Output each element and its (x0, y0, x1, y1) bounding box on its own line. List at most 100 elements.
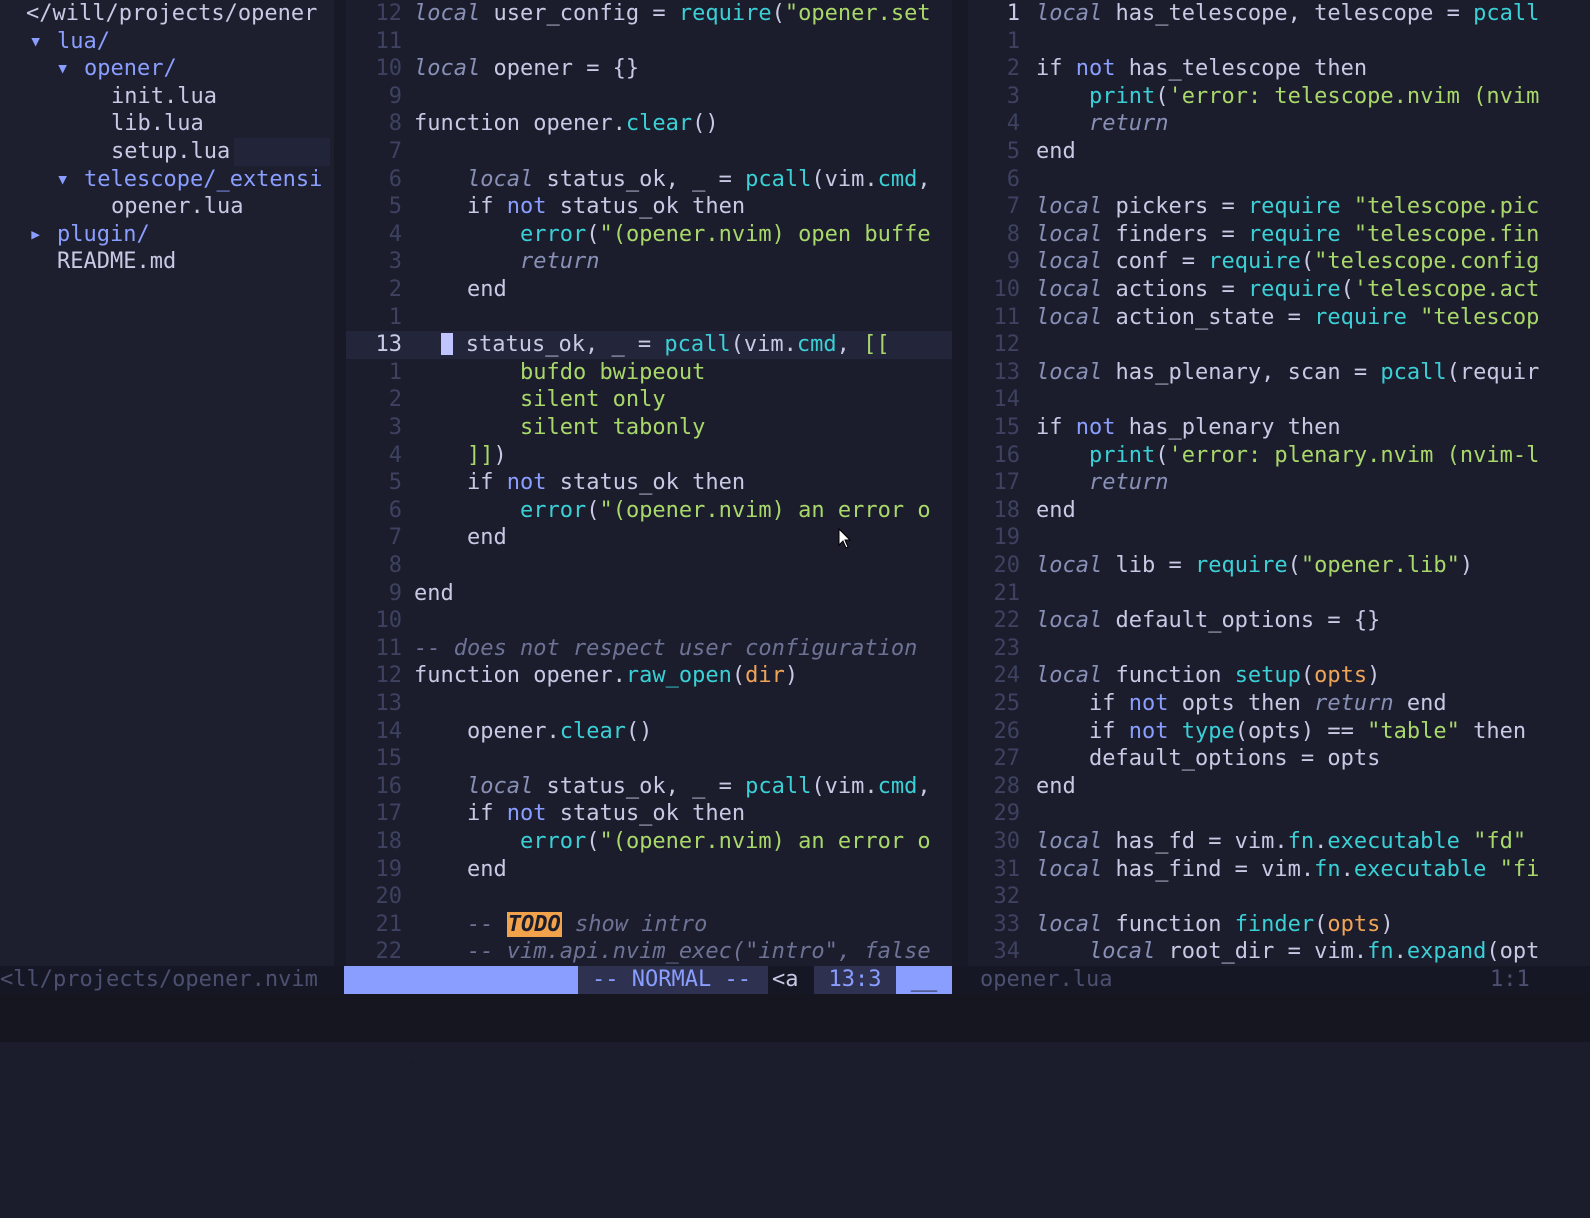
code-line[interactable]: 17 return (968, 469, 1590, 497)
code-text: -- TODO show intro (466, 911, 708, 937)
code-line[interactable]: 1 (346, 304, 952, 332)
code-line[interactable]: 18 end (968, 497, 1590, 525)
code-line[interactable]: 21 -- TODO show intro (346, 911, 952, 939)
code-line[interactable]: 9 end (346, 580, 952, 608)
line-number: 22 (375, 939, 403, 965)
code-line[interactable]: 11 -- does not respect user configuration (346, 635, 952, 663)
split-separator[interactable] (334, 0, 346, 966)
line-number: 24 (993, 663, 1021, 689)
code-line[interactable]: 30 local has_fd = vim.fn.executable "fd" (968, 828, 1590, 856)
code-line[interactable]: 29 (968, 800, 1590, 828)
code-line[interactable]: 19 end (346, 856, 952, 884)
code-line[interactable]: 2 silent only (346, 386, 952, 414)
tree-folder[interactable]: ▾ telescope/_extensi (0, 166, 334, 194)
code-line[interactable]: 32 (968, 883, 1590, 911)
code-line[interactable]: 31 local has_find = vim.fn.executable "fi (968, 856, 1590, 884)
code-line[interactable]: 7 (346, 138, 952, 166)
code-line[interactable]: 13 status_ok, _ = pcall(vim.cmd, [[ (346, 331, 952, 359)
code-line[interactable]: 6 local status_ok, _ = pcall(vim.cmd, (346, 166, 952, 194)
line-number: 25 (993, 691, 1021, 716)
code-line[interactable]: 5 if not status_ok then (346, 469, 952, 497)
code-line[interactable]: 26 if not type(opts) == "table" then (968, 718, 1590, 746)
tree-folder[interactable]: ▾ opener/ (0, 55, 334, 83)
code-line[interactable]: 27 default_options = opts (968, 745, 1590, 773)
code-line[interactable]: 8 local finders = require "telescope.fin (968, 221, 1590, 249)
code-line[interactable]: 25 if not opts then return end (968, 690, 1590, 718)
code-line[interactable]: 8 (346, 552, 952, 580)
code-text: local finders = require "telescope.fin (1036, 221, 1540, 247)
code-line[interactable]: 3 print('error: telescope.nvim (nvim (968, 83, 1590, 111)
git-status[interactable]: ⎇ main ⊗ 0 ⚠0 (344, 966, 578, 1076)
code-line[interactable]: 1 local has_telescope, telescope = pcall (968, 0, 1590, 28)
code-line[interactable]: 6 (968, 166, 1590, 194)
code-line[interactable]: 16 local status_ok, _ = pcall(vim.cmd, (346, 773, 952, 801)
tree-path: <ll/projects/opener.nvim (0, 967, 318, 992)
code-line[interactable]: 16 print('error: plenary.nvim (nvim-l (968, 442, 1590, 470)
code-line[interactable]: 34 local root_dir = vim.fn.expand(opt (968, 938, 1590, 966)
tree-file[interactable]: setup.lua (0, 138, 334, 166)
code-line[interactable]: 9 (346, 83, 952, 111)
code-line[interactable]: 23 (968, 635, 1590, 663)
line-number: 13 (993, 359, 1021, 385)
code-line[interactable]: 18 error("(opener.nvim) an error o (346, 828, 952, 856)
code-line[interactable]: 33 local function finder(opts) (968, 911, 1590, 939)
code-line[interactable]: 20 local lib = require("opener.lib") (968, 552, 1590, 580)
code-line[interactable]: 3 return (346, 248, 952, 276)
code-text: end (1036, 773, 1076, 799)
code-line[interactable]: 28 end (968, 773, 1590, 801)
tree-file[interactable]: init.lua (0, 83, 334, 111)
line-number: 34 (993, 939, 1021, 965)
code-line[interactable]: 1 (968, 28, 1590, 56)
code-line[interactable]: 5 if not status_ok then (346, 193, 952, 221)
code-line[interactable]: 6 error("(opener.nvim) an error o (346, 497, 952, 525)
code-line[interactable]: 12 function opener.raw_open(dir) (346, 662, 952, 690)
code-line[interactable]: 19 (968, 524, 1590, 552)
code-line[interactable]: 24 local function setup(opts) (968, 662, 1590, 690)
code-line[interactable]: 20 (346, 883, 952, 911)
tree-folder[interactable]: ▾ lua/ (0, 28, 334, 56)
code-line[interactable]: 2 if not has_telescope then (968, 55, 1590, 83)
code-line[interactable]: 14 opener.clear() (346, 718, 952, 746)
tree-folder[interactable]: ▸ plugin/ (0, 221, 334, 249)
code-line[interactable]: 17 if not status_ok then (346, 800, 952, 828)
code-line[interactable]: 15 if not has_plenary then (968, 414, 1590, 442)
code-line[interactable]: 4 return (968, 110, 1590, 138)
code-text: local has_plenary, scan = pcall(requir (1036, 359, 1540, 385)
split-separator[interactable] (952, 0, 968, 966)
tree-file[interactable]: lib.lua (0, 110, 334, 138)
code-line[interactable]: 4 error("(opener.nvim) open buffe (346, 221, 952, 249)
code-text: end (414, 856, 507, 882)
line-number: 20 (375, 884, 403, 910)
code-line[interactable]: 10 local actions = require('telescope.act (968, 276, 1590, 304)
code-line[interactable]: 13 (346, 690, 952, 718)
code-line[interactable]: 12 (968, 331, 1590, 359)
code-line[interactable]: 10 local opener = {} (346, 55, 952, 83)
editor-right[interactable]: 1 local has_telescope, telescope = pcall 1… (968, 0, 1590, 966)
code-line[interactable]: 15 (346, 745, 952, 773)
line-number: 6 (388, 166, 402, 192)
code-line[interactable]: 11 (346, 28, 952, 56)
code-line[interactable]: 4 ]]) (346, 442, 952, 470)
code-line[interactable]: 7 end (346, 524, 952, 552)
code-line[interactable]: 22 -- vim.api.nvim_exec("intro", false (346, 938, 952, 966)
tree-file[interactable]: README.md (0, 248, 334, 276)
command-line[interactable] (0, 994, 1590, 1042)
code-line[interactable]: 7 local pickers = require "telescope.pic (968, 193, 1590, 221)
code-text: local status_ok, _ = pcall(vim.cmd, (466, 773, 931, 799)
code-line[interactable]: 1 bufdo bwipeout (346, 359, 952, 387)
file-tree[interactable]: </will/projects/opener ▾ lua/▾ opener/init.… (0, 0, 334, 966)
code-line[interactable]: 3 silent tabonly (346, 414, 952, 442)
code-line[interactable]: 13 local has_plenary, scan = pcall(requir (968, 359, 1590, 387)
code-line[interactable]: 2 end (346, 276, 952, 304)
code-line[interactable]: 14 (968, 386, 1590, 414)
code-line[interactable]: 12 local user_config = require("opener.se… (346, 0, 952, 28)
code-line[interactable]: 11 local action_state = require "telescop (968, 304, 1590, 332)
editor-left[interactable]: 12 local user_config = require("opener.se… (346, 0, 952, 966)
code-line[interactable]: 9 local conf = require("telescope.config (968, 248, 1590, 276)
tree-file[interactable]: opener.lua (0, 193, 334, 221)
code-line[interactable]: 5 end (968, 138, 1590, 166)
code-line[interactable]: 8 function opener.clear() (346, 110, 952, 138)
code-line[interactable]: 21 (968, 580, 1590, 608)
code-line[interactable]: 22 local default_options = {} (968, 607, 1590, 635)
code-line[interactable]: 10 (346, 607, 952, 635)
